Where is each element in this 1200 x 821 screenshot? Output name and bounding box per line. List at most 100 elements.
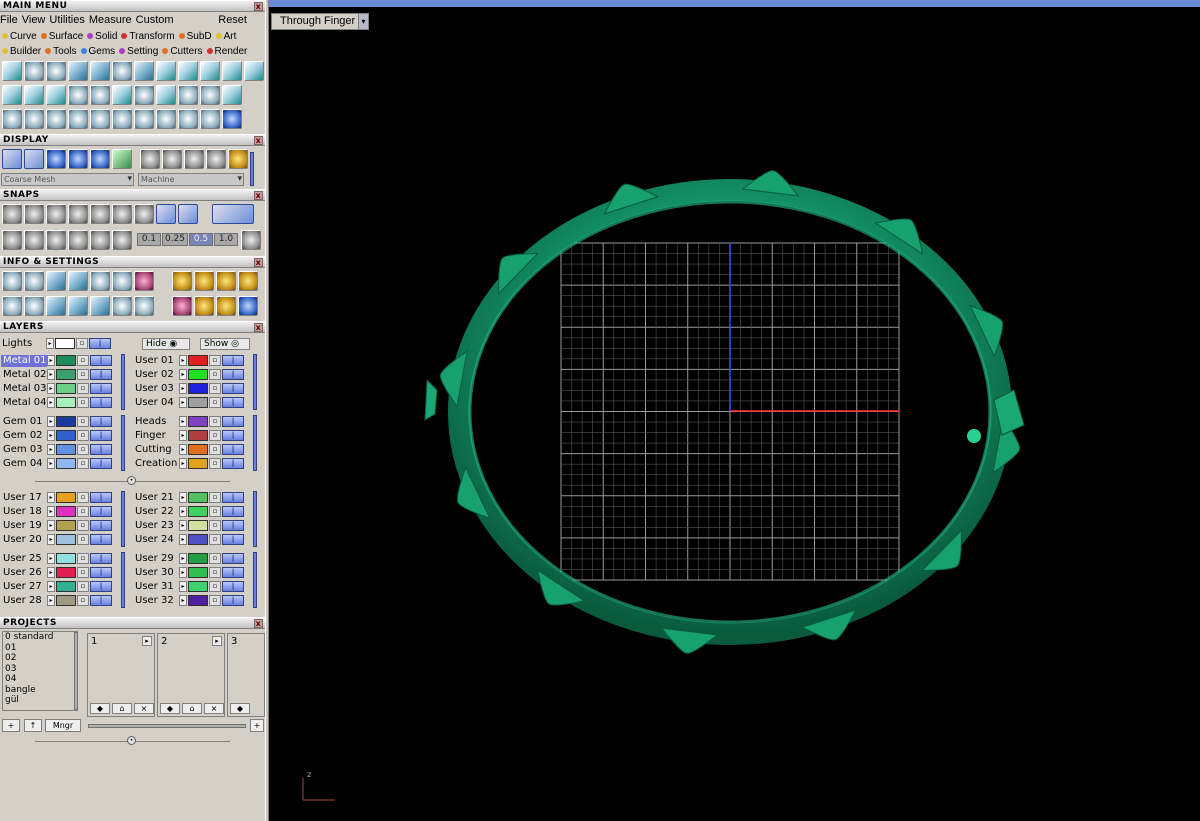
visibility-toggle[interactable]: |: [222, 458, 244, 469]
export-icon[interactable]: [238, 271, 258, 291]
expand-arrow-icon[interactable]: ▸: [179, 581, 187, 592]
visibility-toggle[interactable]: |: [222, 444, 244, 455]
expand-arrow-icon[interactable]: ▸: [179, 553, 187, 564]
show-button[interactable]: Show ◎: [200, 338, 250, 350]
project-item[interactable]: bangle: [5, 685, 77, 696]
layer-row[interactable]: User 03 ▸ ▫ |: [133, 382, 244, 395]
visibility-toggle[interactable]: |: [222, 397, 244, 408]
3d-viewport[interactable]: Through Finger ▾ z: [269, 0, 1200, 821]
layer-row[interactable]: User 23 ▸ ▫ |: [133, 519, 244, 532]
expand-arrow-icon[interactable]: ▸: [179, 534, 187, 545]
visibility-toggle[interactable]: |: [90, 520, 112, 531]
layer-name[interactable]: Gem 04: [1, 458, 47, 470]
layer-name[interactable]: Metal 04: [1, 397, 47, 409]
lock-icon[interactable]: ▫: [209, 534, 221, 545]
layer-name[interactable]: User 31: [133, 581, 179, 593]
color-swatch[interactable]: [188, 444, 208, 455]
add-slot-button[interactable]: +: [250, 719, 264, 732]
project-item[interactable]: 0 standard: [5, 632, 77, 643]
loft-tool-icon[interactable]: [178, 61, 198, 81]
lock-icon[interactable]: ▫: [77, 369, 89, 380]
layer-name[interactable]: User 25: [1, 553, 47, 565]
layer-row[interactable]: User 02 ▸ ▫ |: [133, 368, 244, 381]
color-swatch[interactable]: [56, 444, 76, 455]
align-tool-icon[interactable]: [68, 109, 88, 129]
wireframe-icon[interactable]: [2, 149, 22, 169]
add-icon[interactable]: ◆: [230, 703, 250, 714]
project-slot-3[interactable]: 3 ◆: [227, 633, 265, 717]
color-swatch[interactable]: [188, 430, 208, 441]
visibility-toggle[interactable]: |: [90, 397, 112, 408]
snap-cube-icon[interactable]: [24, 230, 44, 250]
scale-icon[interactable]: [112, 109, 132, 129]
expand-arrow-icon[interactable]: ▸: [47, 369, 55, 380]
layer-name[interactable]: Gem 02: [1, 430, 47, 442]
layer-row[interactable]: Cutting ▸ ▫ |: [133, 443, 244, 456]
snap-diagonal-icon[interactable]: [68, 230, 88, 250]
layer-name[interactable]: Cutting: [133, 444, 179, 456]
layer-name[interactable]: Metal 03: [1, 383, 47, 395]
menu-custom[interactable]: Custom: [136, 13, 178, 28]
snap-cross-icon[interactable]: [46, 204, 66, 224]
visibility-toggle[interactable]: |: [90, 553, 112, 564]
layer-group-bar[interactable]: [253, 354, 257, 410]
layer-row[interactable]: User 21 ▸ ▫ |: [133, 491, 244, 504]
visibility-toggle[interactable]: |: [90, 430, 112, 441]
visibility-toggle[interactable]: |: [90, 567, 112, 578]
head-tool-icon[interactable]: [46, 85, 66, 105]
visibility-toggle[interactable]: |: [90, 595, 112, 606]
expand-arrow-icon[interactable]: ▸: [179, 567, 187, 578]
color-swatch[interactable]: [188, 369, 208, 380]
filter-icon[interactable]: [90, 296, 110, 316]
mesh-quality-select[interactable]: Coarse Mesh: [1, 173, 134, 186]
lock-icon[interactable]: ▫: [77, 444, 89, 455]
play-icon[interactable]: ▸: [142, 636, 152, 646]
layer-row[interactable]: User 22 ▸ ▫ |: [133, 505, 244, 518]
lock-icon[interactable]: ▫: [77, 383, 89, 394]
gem-tool-icon[interactable]: [222, 61, 242, 81]
visibility-toggle[interactable]: |: [90, 355, 112, 366]
color-swatch[interactable]: [188, 492, 208, 503]
deform-icon[interactable]: [134, 109, 154, 129]
category-surface[interactable]: Surface: [40, 29, 83, 43]
circle-icon[interactable]: [222, 109, 242, 129]
layer-name[interactable]: User 21: [133, 492, 179, 504]
expand-arrow-icon[interactable]: ▸: [47, 430, 55, 441]
category-gems[interactable]: Gems: [80, 44, 115, 58]
lock-icon[interactable]: ▫: [77, 430, 89, 441]
layer-name[interactable]: User 30: [133, 567, 179, 579]
divider-handle-icon[interactable]: •: [127, 736, 136, 745]
layer-row[interactable]: Finger ▸ ▫ |: [133, 429, 244, 442]
snap-value-0-5[interactable]: 0.5: [189, 233, 213, 246]
visibility-toggle[interactable]: |: [222, 534, 244, 545]
visibility-toggle[interactable]: |: [90, 581, 112, 592]
expand-arrow-icon[interactable]: ▸: [179, 383, 187, 394]
category-builder[interactable]: Builder: [2, 44, 41, 58]
expand-arrow-icon[interactable]: ▸: [179, 369, 187, 380]
layer-row[interactable]: User 27 ▸ ▫ |: [1, 580, 112, 593]
layer-name[interactable]: Heads: [133, 416, 179, 428]
material-steel-icon[interactable]: [184, 149, 204, 169]
expand-arrow-icon[interactable]: ▸: [179, 506, 187, 517]
texture-icon[interactable]: [112, 149, 132, 169]
snap-value-0-25[interactable]: 0.25: [162, 233, 188, 246]
material-platinum-icon[interactable]: [206, 149, 226, 169]
layer-row[interactable]: User 26 ▸ ▫ |: [1, 566, 112, 579]
expand-arrow-icon[interactable]: ▸: [179, 444, 187, 455]
layer-row[interactable]: Heads ▸ ▫ |: [133, 415, 244, 428]
expand-arrow-icon[interactable]: ▸: [47, 416, 55, 427]
color-swatch[interactable]: [188, 383, 208, 394]
arc-tool-icon[interactable]: [24, 109, 44, 129]
color-swatch[interactable]: [56, 430, 76, 441]
visibility-toggle[interactable]: |: [90, 369, 112, 380]
expand-arrow-icon[interactable]: ▸: [47, 534, 55, 545]
close-icon[interactable]: x: [254, 191, 263, 200]
pave-tool-icon[interactable]: [244, 61, 264, 81]
pattern-tool-icon[interactable]: [134, 61, 154, 81]
lock-icon[interactable]: ▫: [209, 492, 221, 503]
visibility-toggle[interactable]: |: [222, 581, 244, 592]
layer-row[interactable]: Metal 01 ▸ ▫ |: [1, 354, 112, 367]
visibility-toggle[interactable]: |: [90, 416, 112, 427]
search-icon[interactable]: [24, 271, 44, 291]
material-gold-icon[interactable]: [228, 149, 248, 169]
